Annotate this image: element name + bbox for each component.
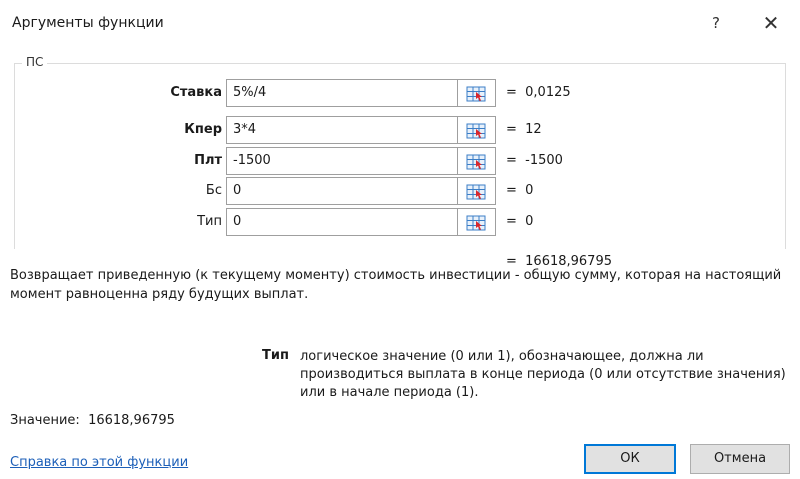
function-help-link[interactable]: Справка по этой функции (10, 455, 188, 470)
help-button[interactable]: ? (704, 10, 728, 36)
argument-result-fv: = 0 (506, 183, 534, 198)
ok-button[interactable]: ОК (584, 444, 676, 474)
argument-row-pmt: Плт -1500 = -1500 (0, 147, 800, 175)
range-select-icon (466, 86, 486, 102)
argument-result-nper: = 12 (506, 122, 542, 137)
title-bar: Аргументы функции ? ✕ (0, 0, 800, 44)
argument-label-pmt: Плт (194, 153, 222, 168)
range-select-button-rate[interactable] (458, 79, 496, 107)
cancel-button[interactable]: Отмена (690, 444, 790, 474)
argument-input-pmt[interactable]: -1500 (226, 147, 458, 175)
dialog-title: Аргументы функции (12, 15, 164, 31)
argument-row-fv: Бс 0 = 0 (0, 177, 800, 205)
value-line: Значение: 16618,96795 (10, 413, 175, 428)
range-select-icon (466, 184, 486, 200)
range-select-button-type[interactable] (458, 208, 496, 236)
argument-input-nper[interactable]: 3*4 (226, 116, 458, 144)
argument-label-rate: Ставка (170, 85, 222, 100)
argument-help-text: логическое значение (0 или 1), обозначаю… (300, 349, 786, 400)
argument-result-rate: = 0,0125 (506, 85, 571, 100)
argument-row-nper: Кпер 3*4 = 12 (0, 116, 800, 144)
function-name-label: ПС (22, 55, 48, 69)
range-select-icon (466, 123, 486, 139)
range-select-button-nper[interactable] (458, 116, 496, 144)
argument-help-name: Тип (262, 348, 289, 363)
argument-input-type[interactable]: 0 (226, 208, 458, 236)
close-button[interactable]: ✕ (756, 10, 786, 36)
range-select-icon (466, 215, 486, 231)
argument-label-nper: Кпер (184, 122, 222, 137)
argument-result-type: = 0 (506, 214, 534, 229)
range-select-button-fv[interactable] (458, 177, 496, 205)
range-select-button-pmt[interactable] (458, 147, 496, 175)
function-arguments-dialog: Аргументы функции ? ✕ ПС Ставка 5%/4 = 0… (0, 0, 800, 479)
argument-label-fv: Бс (205, 183, 222, 198)
argument-label-type: Тип (197, 214, 222, 229)
range-select-icon (466, 154, 486, 170)
argument-row-rate: Ставка 5%/4 = 0,0125 (0, 79, 800, 107)
argument-result-pmt: = -1500 (506, 153, 563, 168)
argument-row-type: Тип 0 = 0 (0, 208, 800, 236)
argument-input-fv[interactable]: 0 (226, 177, 458, 205)
function-description: Возвращает приведенную (к текущему момен… (10, 268, 782, 302)
argument-input-rate[interactable]: 5%/4 (226, 79, 458, 107)
